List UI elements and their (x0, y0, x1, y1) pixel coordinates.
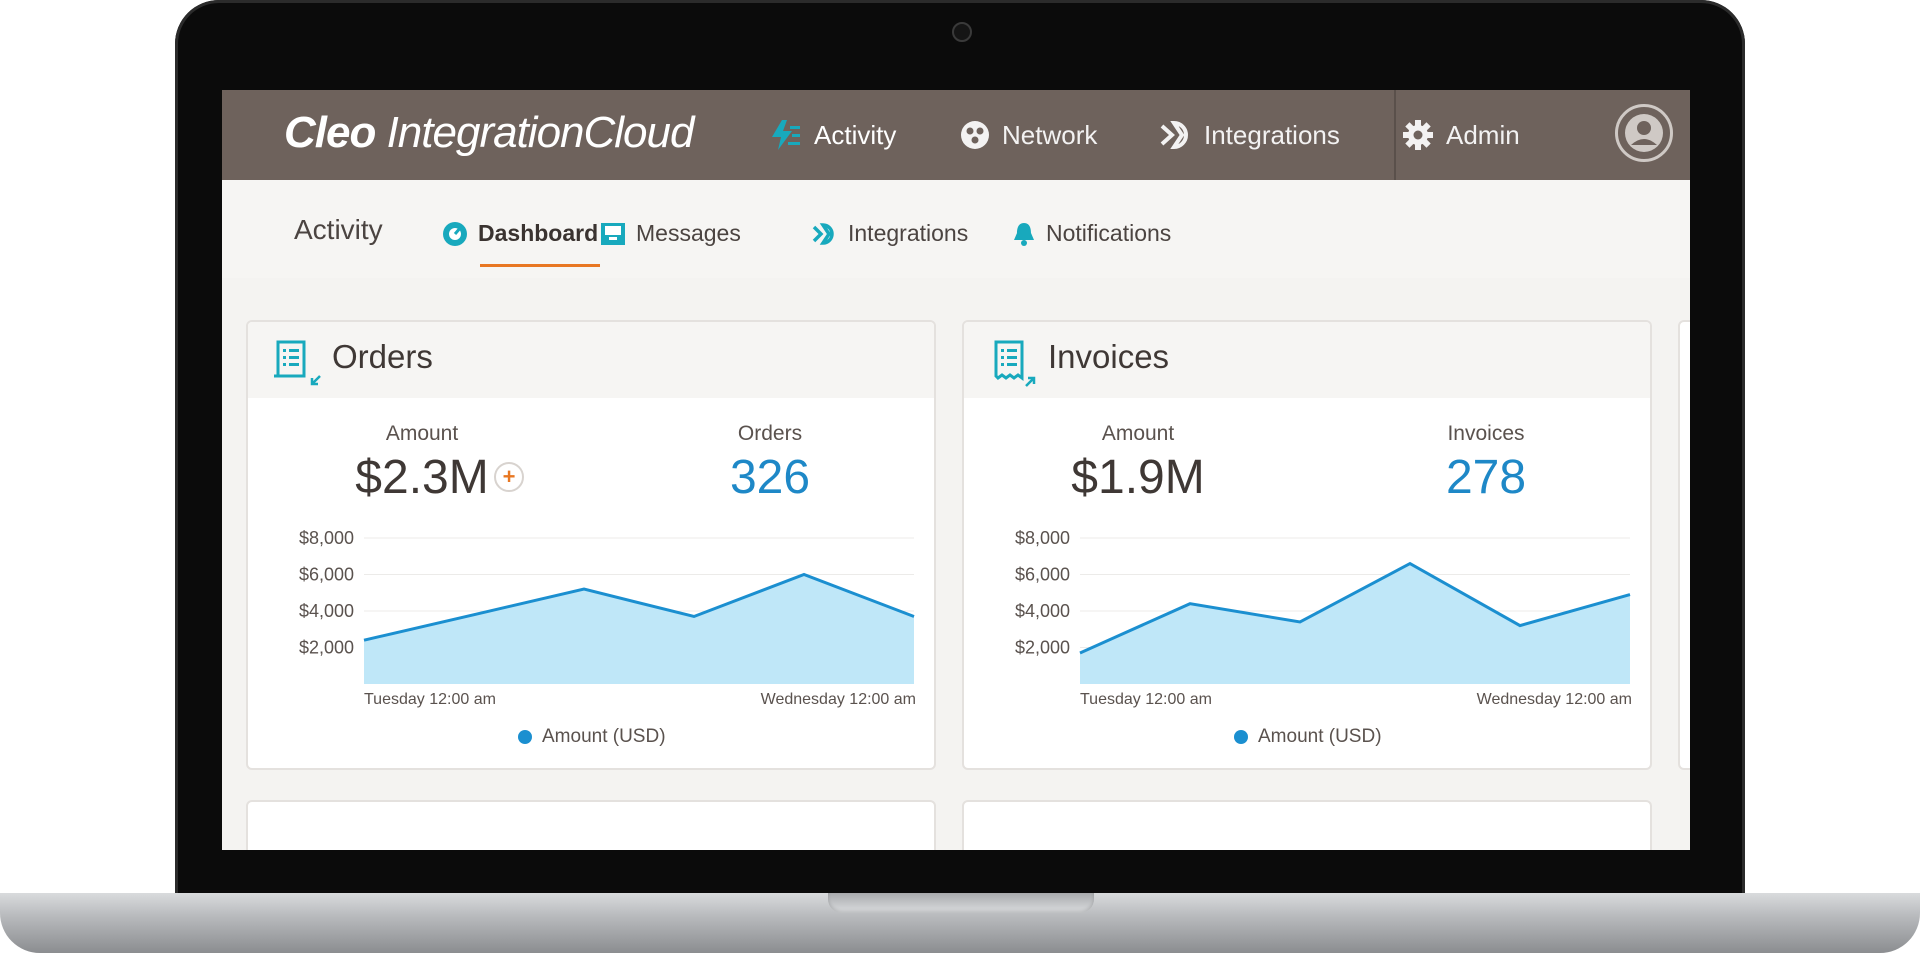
user-avatar[interactable] (1615, 104, 1673, 162)
brand-logo[interactable]: Cleo IntegrationCloud (284, 108, 694, 158)
integrations-icon (1160, 120, 1192, 150)
series-area (364, 574, 914, 684)
y-tick-label: $8,000 (1015, 528, 1070, 548)
count-value: 326 (729, 451, 811, 504)
lower-card-right[interactable] (962, 800, 1652, 850)
y-tick-label: $2,000 (1015, 638, 1070, 658)
laptop-notch (828, 893, 1094, 913)
bell-icon (1012, 221, 1036, 247)
amount-label: Amount (385, 422, 459, 445)
orders-area-chart: $8,000 $6,000 $4,000 $2,000 Tuesday 12:00 am… (299, 528, 916, 708)
nav-activity-label: Activity (814, 119, 897, 150)
app-screen: Cleo IntegrationCloud Activity Network I… (222, 90, 1690, 850)
nav-admin[interactable]: Admin (1402, 90, 1520, 180)
sub-navbar: Activity Dashboard Messages Integrations… (222, 180, 1690, 278)
gear-icon (1402, 119, 1434, 151)
y-tick-label: $2,000 (299, 638, 354, 658)
invoices-receipt-icon (988, 338, 1038, 393)
orders-receipt-icon (272, 338, 322, 393)
invoices-area-chart: $8,000 $6,000 $4,000 $2,000 Tuesday 12:00 am… (1015, 528, 1632, 708)
tab-notifications-label: Notifications (1046, 220, 1172, 246)
y-tick-label: $6,000 (299, 565, 354, 585)
y-tick-label: $4,000 (1015, 601, 1070, 621)
tab-notifications[interactable]: Notifications (1012, 220, 1171, 247)
card-title: Orders (332, 338, 433, 375)
x-tick-label: Wednesday 12:00 am (1477, 691, 1632, 708)
legend-dot (518, 730, 532, 744)
count-value: 278 (1445, 451, 1527, 504)
inbox-icon (600, 222, 626, 246)
lower-card-left[interactable] (246, 800, 936, 850)
tab-dashboard[interactable]: Dashboard (442, 220, 598, 247)
dashboard-gauge-icon (442, 221, 468, 247)
y-tick-label: $4,000 (299, 601, 354, 621)
invoices-card[interactable]: Invoices Amount $1.9M Invoices 278 $8,00… (962, 320, 1652, 770)
active-tab-indicator (480, 264, 600, 267)
x-tick-label: Tuesday 12:00 am (364, 691, 496, 708)
tab-integrations[interactable]: Integrations (812, 220, 968, 247)
amount-value: $2.3M (355, 451, 489, 504)
legend-label: Amount (USD) (542, 726, 666, 747)
chart-legend: Amount (USD) (518, 726, 666, 748)
nav-integrations[interactable]: Integrations (1160, 90, 1340, 180)
x-tick-label: Tuesday 12:00 am (1080, 691, 1212, 708)
tab-messages[interactable]: Messages (600, 220, 741, 247)
x-tick-label: Wednesday 12:00 am (761, 691, 916, 708)
y-tick-label: $8,000 (299, 528, 354, 548)
count-label: Orders (737, 422, 803, 445)
next-card-peek[interactable] (1678, 320, 1690, 770)
section-title: Activity (294, 214, 383, 245)
legend-label: Amount (USD) (1258, 726, 1382, 747)
nav-network-label: Network (1002, 119, 1098, 150)
tab-integrations-label: Integrations (848, 220, 969, 246)
network-icon (960, 120, 990, 150)
card-title: Invoices (1048, 338, 1170, 375)
nav-integrations-label: Integrations (1204, 119, 1340, 150)
nav-admin-label: Admin (1446, 119, 1520, 150)
amount-label: Amount (1101, 422, 1175, 445)
series-area (1080, 563, 1630, 684)
nav-network[interactable]: Network (960, 90, 1097, 180)
y-tick-label: $6,000 (1015, 565, 1070, 585)
count-label: Invoices (1447, 422, 1525, 445)
webcam (952, 22, 972, 42)
nav-activity[interactable]: Activity (768, 90, 896, 180)
integrations-icon (812, 222, 838, 246)
user-icon (1625, 114, 1663, 152)
legend-dot (1234, 730, 1248, 744)
expand-plus-button[interactable]: + (494, 462, 524, 492)
tab-dashboard-label: Dashboard (478, 220, 599, 246)
orders-card[interactable]: Orders Amount $2.3M + Orders 326 $8,000 $… (246, 320, 936, 770)
amount-value: $1.9M (1071, 451, 1205, 504)
tab-messages-label: Messages (636, 220, 741, 246)
activity-bolt-icon (768, 118, 802, 152)
chart-legend: Amount (USD) (1234, 726, 1382, 748)
top-navbar: Cleo IntegrationCloud Activity Network I… (222, 90, 1690, 180)
nav-divider (1394, 90, 1396, 180)
